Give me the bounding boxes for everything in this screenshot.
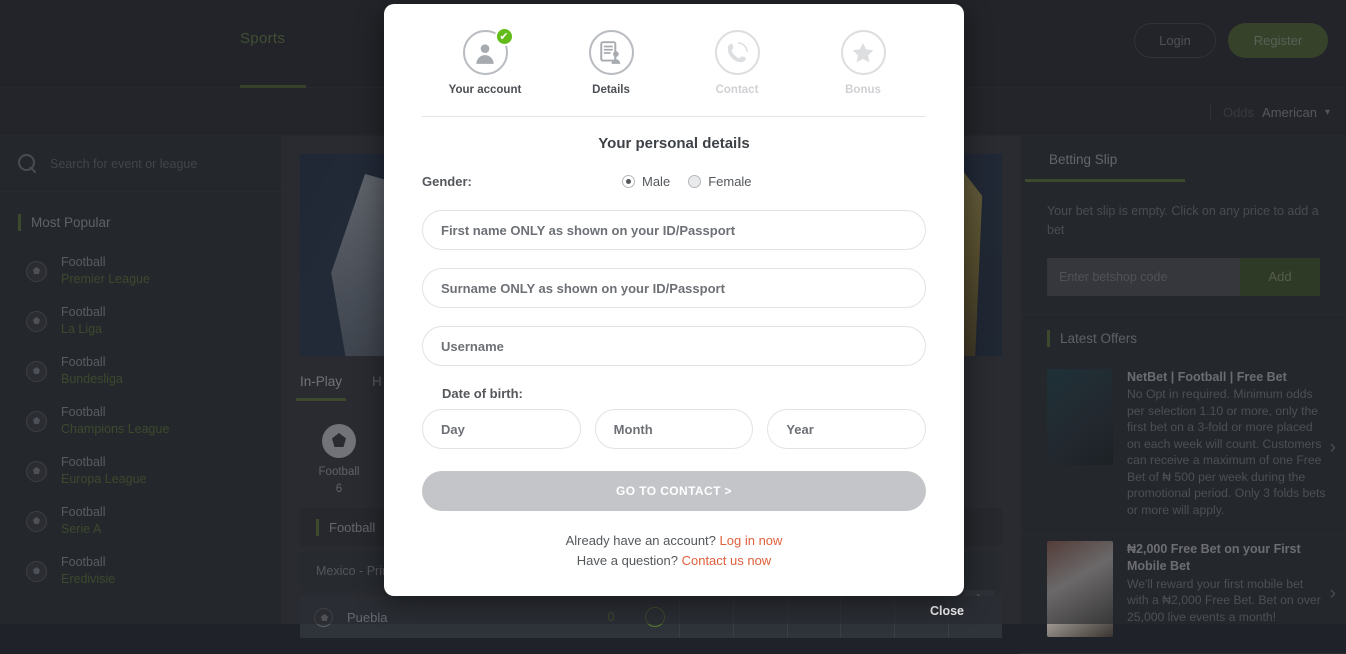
gender-radio-male[interactable]: Male <box>622 174 670 189</box>
login-prompt-line: Already have an account? Log in now <box>422 531 926 551</box>
login-prompt-text: Already have an account? <box>566 533 716 548</box>
gender-label: Gender: <box>422 174 622 189</box>
date-of-birth-label: Date of birth: <box>422 386 926 401</box>
go-to-contact-button[interactable]: GO TO CONTACT > <box>422 471 926 511</box>
modal-footer: Already have an account? Log in now Have… <box>422 531 926 571</box>
user-icon: ✔ <box>463 30 508 75</box>
dob-month-field[interactable]: Month <box>595 409 754 449</box>
registration-steps: ✔ Your accountDetailsContactBonus <box>422 30 926 96</box>
step-label: Your account <box>422 84 548 96</box>
document-icon <box>589 30 634 75</box>
app-background: Sports Login Register Odds American ▾ Se… <box>0 0 1346 624</box>
contact-prompt-line: Have a question? Contact us now <box>422 551 926 571</box>
log-in-now-link[interactable]: Log in now <box>720 533 783 548</box>
gender-radio-female[interactable]: Female <box>688 174 751 189</box>
gender-female-label: Female <box>708 174 751 189</box>
step-complete-check-icon: ✔ <box>495 27 514 46</box>
step-label: Contact <box>674 84 800 96</box>
registration-step-contact[interactable]: Contact <box>674 30 800 96</box>
step-label: Bonus <box>800 84 926 96</box>
page-title: Your personal details <box>422 135 926 152</box>
steps-divider <box>422 116 926 117</box>
username-field[interactable]: Username <box>422 326 926 366</box>
close-modal-link[interactable]: Close <box>930 604 964 618</box>
gender-row: Gender: Male Female <box>422 170 926 192</box>
registration-modal: ✔ Your accountDetailsContactBonus Your pe… <box>384 4 964 596</box>
step-label: Details <box>548 84 674 96</box>
contact-prompt-text: Have a question? <box>577 553 678 568</box>
star-icon <box>841 30 886 75</box>
first-name-field[interactable]: First name ONLY as shown on your ID/Pass… <box>422 210 926 250</box>
registration-step-bonus[interactable]: Bonus <box>800 30 926 96</box>
radio-dot-icon <box>622 175 635 188</box>
registration-step-your-account[interactable]: ✔ Your account <box>422 30 548 96</box>
gender-male-label: Male <box>642 174 670 189</box>
dob-day-field[interactable]: Day <box>422 409 581 449</box>
surname-field[interactable]: Surname ONLY as shown on your ID/Passpor… <box>422 268 926 308</box>
registration-step-details[interactable]: Details <box>548 30 674 96</box>
date-of-birth-row: Day Month Year <box>422 409 926 449</box>
contact-us-now-link[interactable]: Contact us now <box>682 553 772 568</box>
radio-dot-icon <box>688 175 701 188</box>
dob-year-field[interactable]: Year <box>767 409 926 449</box>
phone-icon <box>715 30 760 75</box>
